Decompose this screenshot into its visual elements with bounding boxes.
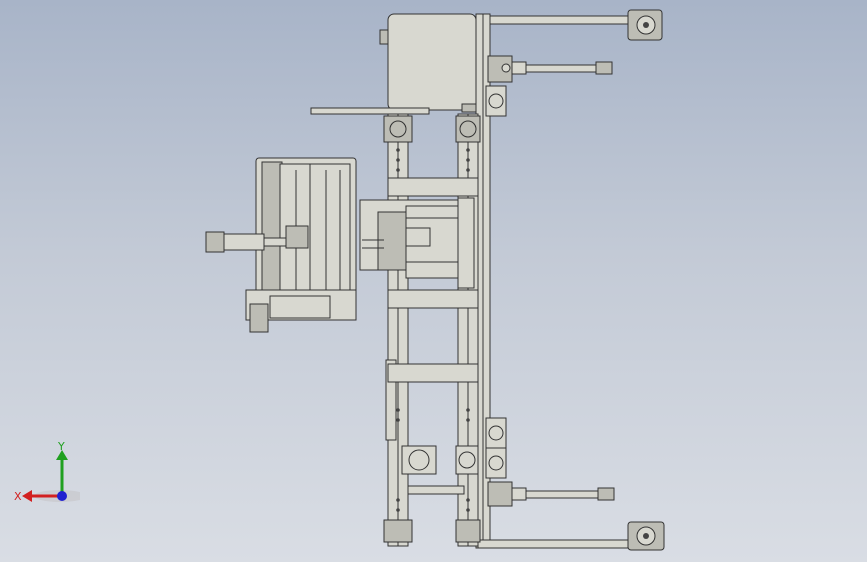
middle-carriage xyxy=(359,199,459,279)
z-axis-origin xyxy=(57,491,67,501)
cad-viewport[interactable]: .p { fill: #d8d8d0; stroke: #333; stroke… xyxy=(0,0,867,562)
y-axis-label: Y xyxy=(57,440,65,453)
x-axis-label: X xyxy=(14,490,22,503)
x-axis-arrowhead xyxy=(22,490,32,502)
top-housing xyxy=(310,13,479,115)
top-caster xyxy=(627,9,663,41)
assembly-model[interactable]: .p { fill: #d8d8d0; stroke: #333; stroke… xyxy=(0,0,867,562)
coordinate-triad: Y X xyxy=(10,438,86,508)
bottom-cylinder xyxy=(487,481,615,507)
top-cylinder xyxy=(487,55,613,83)
bottom-caster xyxy=(627,521,665,551)
